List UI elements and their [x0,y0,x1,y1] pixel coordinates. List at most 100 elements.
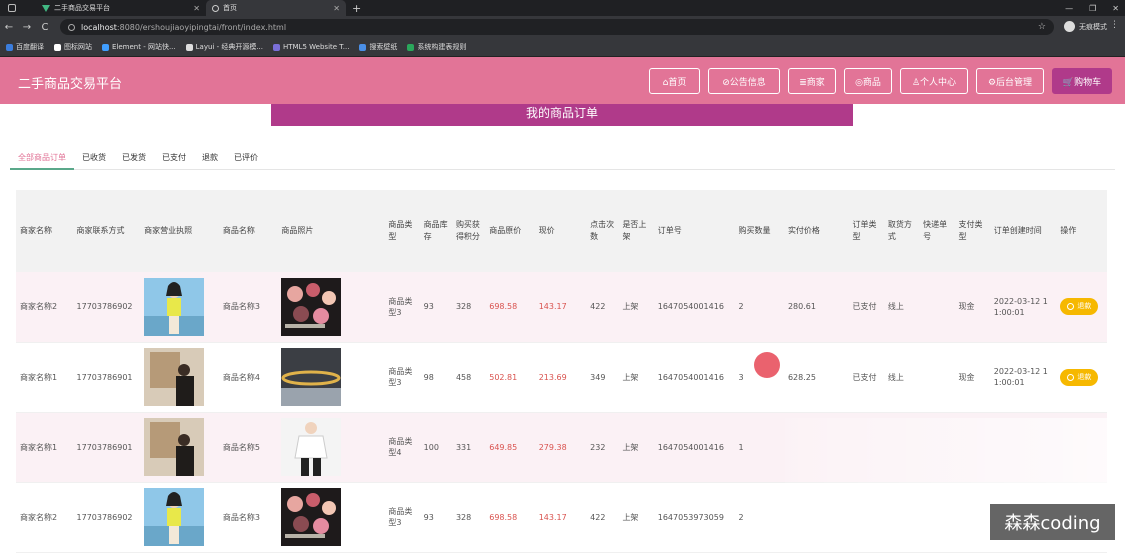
new-tab-icon[interactable]: + [352,2,361,15]
click-count-value: 422 [590,512,606,522]
tab-paid[interactable]: 已支付 [154,150,194,170]
tab-refund[interactable]: 退款 [194,150,226,170]
bookmark-icon [273,43,281,51]
bookmark-item[interactable]: Layui - 经典开源模... [185,42,263,52]
current-price-value: 143.17 [538,302,567,312]
window-controls: — ❐ ✕ [1065,0,1119,16]
browser-tab-1[interactable]: 二手商品交易平台 ✕ [36,0,206,16]
address-bar-row: ← → C localhost:8080/ershoujiaoyipingtai… [0,16,1125,38]
nav-admin-button[interactable]: ⚙后台管理 [976,68,1044,94]
reload-icon[interactable]: C [36,22,54,33]
column-header: 商品照片 [277,190,385,272]
merchant-phone-value: 17703786902 [76,512,133,522]
order-number-cell: 1647054001416 [653,342,735,413]
nav-notice-button[interactable]: ⊘公告信息 [708,68,780,94]
window-menu-icon[interactable] [8,4,16,12]
click-count-cell: 422 [586,272,619,343]
quantity-cell: 2 [734,482,784,553]
license-image[interactable] [144,488,215,546]
quantity-value: 2 [738,512,744,522]
click-indicator [754,352,780,378]
license-image[interactable] [144,277,215,336]
merchant-name-value: 商家名称1 [20,442,58,452]
refund-label: 退款 [1077,372,1092,381]
stock-cell: 93 [419,272,452,343]
browser-tabbar: 二手商品交易平台 ✕ 首页 ✕ + — ❐ ✕ [0,0,1125,16]
back-icon[interactable]: ← [0,22,18,33]
close-tab-icon[interactable]: ✕ [333,4,340,13]
refund-button[interactable]: 退款 [1060,368,1099,386]
bookmark-item[interactable]: HTML5 Website T... [273,43,349,51]
bookmark-icon [102,43,109,51]
merchant-name-cell: 商家名称2 [16,272,73,343]
license-image[interactable] [144,418,215,476]
column-header: 快递单号 [919,190,955,272]
goods-image[interactable] [281,488,380,546]
tab-all-orders[interactable]: 全部商品订单 [10,150,74,170]
nav-merchant-button[interactable]: ≣商家 [788,68,836,94]
refund-button[interactable]: 退款 [1060,298,1099,316]
points-value: 328 [455,512,472,522]
tab-title: 二手商品交易平台 [54,4,110,12]
click-count-value: 232 [590,442,606,452]
restore-icon[interactable]: ❐ [1089,4,1096,13]
goods-image[interactable] [281,277,380,336]
bookmark-item[interactable]: 系统构建表规则 [407,42,466,52]
merchant-name-cell: 商家名称1 [16,412,73,483]
on-shelf-cell: 上架 [618,412,654,483]
bookmark-item[interactable]: 百度翻译 [6,42,44,52]
goods-type-cell: 商品类型3 [384,342,420,413]
goods-type-cell: 商品类型4 [384,412,420,483]
quantity-value: 1 [738,442,744,452]
nav-goods-button[interactable]: ◎商品 [844,68,892,94]
nav-cart-button[interactable]: 🛒购物车 [1052,68,1112,94]
column-header: 取货方式 [883,190,920,272]
main-nav: ⌂首页 ⊘公告信息 ≣商家 ◎商品 ♙个人中心 ⚙后台管理 🛒购物车 [649,68,1112,94]
vue-favicon-icon [42,4,50,12]
license-image[interactable] [144,348,215,406]
goods-image[interactable] [281,348,380,406]
browser-menu-icon[interactable]: ⋮ [1110,20,1119,30]
bookmark-item[interactable]: Element - 网站快... [102,42,176,52]
goods-type-cell: 商品类型3 [384,482,420,553]
quantity-cell: 2 [734,272,784,343]
goods-image[interactable] [281,418,380,476]
on-shelf-cell: 上架 [618,342,654,413]
bookmark-item[interactable]: 图标网站 [54,42,92,52]
column-header: 商品原价 [485,190,535,272]
goods-type-value: 商品类型3 [388,507,413,527]
url-field[interactable]: localhost:8080/ershoujiaoyipingtai/front… [60,19,1054,35]
stock-cell: 93 [419,482,452,553]
click-count-cell: 349 [586,342,619,413]
nav-home-button[interactable]: ⌂首页 [649,68,700,94]
incognito-indicator[interactable]: 无痕模式 [1064,21,1107,32]
nav-personal-center-button[interactable]: ♙个人中心 [900,68,968,94]
current-price-cell: 143.17 [534,272,587,343]
on-shelf-value: 上架 [622,302,639,312]
points-cell: 331 [451,412,486,483]
browser-tab-2[interactable]: 首页 ✕ [206,0,346,16]
current-price-cell: 279.38 [534,412,587,483]
merchant-phone-cell: 17703786901 [72,412,141,483]
site-info-icon[interactable] [68,23,75,31]
column-header: 订单类型 [848,190,884,272]
bookmark-star-icon[interactable]: ☆ [1038,22,1046,32]
quantity-value: 2 [738,302,744,312]
tab-received[interactable]: 已收货 [74,150,114,170]
forward-icon[interactable]: → [18,22,36,33]
close-tab-icon[interactable]: ✕ [193,4,200,13]
close-window-icon[interactable]: ✕ [1112,4,1119,13]
column-header: 操作 [1056,190,1107,272]
goods-type-value: 商品类型4 [388,437,413,457]
tab-shipped[interactable]: 已发货 [114,150,154,170]
tab-title: 首页 [223,4,237,12]
merchant-phone-cell: 17703786901 [72,342,141,413]
goods-type-value: 商品类型3 [388,296,413,317]
bookmark-item[interactable]: 搜索壁纸 [359,42,397,52]
bookmark-icon [54,43,61,51]
minimize-icon[interactable]: — [1065,4,1073,13]
tab-reviewed[interactable]: 已评价 [226,150,266,170]
license-image-cell [140,272,219,343]
goods-name-cell: 商品名称3 [218,272,278,343]
pickup-method-cell: 线上 [883,272,920,343]
